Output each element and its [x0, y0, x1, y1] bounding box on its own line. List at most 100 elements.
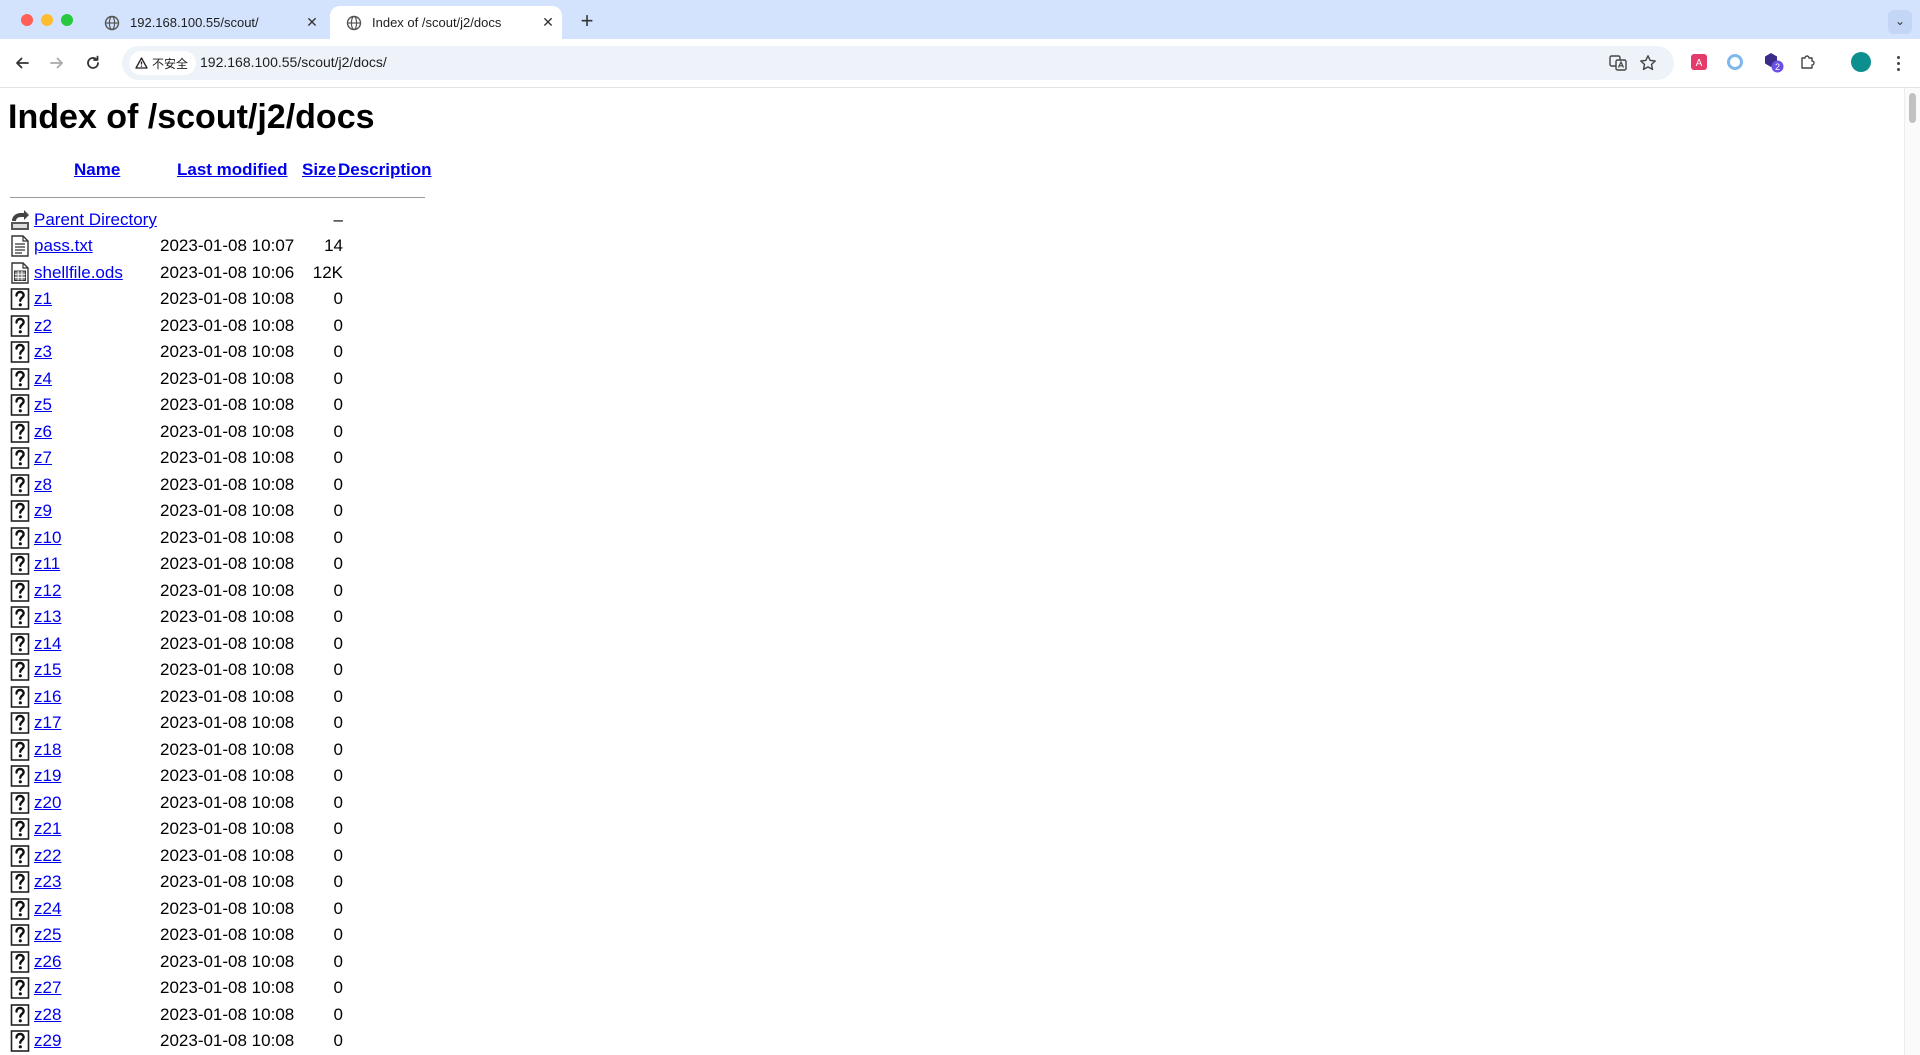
file-link[interactable]: z2 [34, 316, 52, 336]
file-last-modified: 2023-01-08 10:08 [160, 448, 295, 467]
file-link[interactable]: z10 [34, 528, 61, 548]
file-last-modified: 2023-01-08 10:08 [160, 1031, 295, 1050]
tab-docs-index[interactable]: Index of /scout/j2/docs ✕ [330, 6, 562, 39]
file-link[interactable]: z28 [34, 1005, 61, 1025]
file-row: z28 2023-01-08 10:08 0 [10, 1003, 430, 1029]
file-size: 0 [333, 951, 343, 971]
file-row: z1 2023-01-08 10:08 0 [10, 287, 430, 313]
zoom-window-button[interactable] [61, 14, 73, 26]
file-last-modified: 2023-01-08 10:08 [160, 395, 295, 414]
file-last-modified: 2023-01-08 10:08 [160, 792, 295, 812]
file-link[interactable]: z5 [34, 395, 52, 415]
file-link[interactable]: z4 [34, 369, 52, 389]
file-link[interactable]: pass.txt [34, 236, 93, 256]
file-row: z13 2023-01-08 10:08 0 [10, 605, 430, 631]
file-size: 0 [333, 1004, 343, 1024]
file-link[interactable]: z25 [34, 925, 61, 945]
file-link[interactable]: z20 [34, 793, 61, 813]
security-indicator[interactable]: 不安全 [129, 51, 197, 75]
file-link[interactable]: z8 [34, 475, 52, 495]
extension-circle-button[interactable] [1724, 51, 1746, 73]
dot-icon [1896, 61, 1900, 65]
extensions-menu-button[interactable] [1797, 51, 1819, 73]
browser-menu-button[interactable] [1890, 51, 1906, 75]
file-size: 0 [333, 739, 343, 759]
column-header-size[interactable]: Size [302, 160, 336, 180]
back-button[interactable] [10, 51, 34, 75]
file-link[interactable]: z18 [34, 740, 61, 760]
file-link[interactable]: z24 [34, 899, 61, 919]
tab-search-button[interactable]: ⌄ [1888, 10, 1912, 34]
svg-text:A: A [1696, 58, 1703, 69]
bookmark-button[interactable] [1638, 53, 1658, 73]
url-text[interactable]: 192.168.100.55/scout/j2/docs/ [200, 54, 387, 70]
back-icon [11, 210, 29, 230]
unknown-file-icon [10, 791, 30, 814]
file-size: 0 [333, 766, 343, 785]
scrollbar-thumb[interactable] [1909, 93, 1916, 123]
file-last-modified: 2023-01-08 10:08 [160, 580, 295, 600]
file-size: 0 [333, 819, 343, 838]
forward-button[interactable] [45, 51, 69, 75]
file-row: z16 2023-01-08 10:08 0 [10, 685, 430, 711]
page-content: Index of /scout/j2/docs Name Last modifi… [0, 88, 1905, 1055]
address-bar[interactable]: 不安全 192.168.100.55/scout/j2/docs/ [122, 46, 1674, 80]
close-tab-icon[interactable]: ✕ [298, 14, 326, 31]
close-window-button[interactable] [21, 14, 33, 26]
column-header-description[interactable]: Description [338, 160, 432, 180]
tab-scout[interactable]: 192.168.100.55/scout/ ✕ [88, 6, 326, 39]
file-link[interactable]: z6 [34, 422, 52, 442]
new-tab-button[interactable]: + [573, 8, 601, 36]
tab-title: Index of /scout/j2/docs [372, 15, 502, 30]
file-size: 14 [324, 236, 343, 255]
star-icon [1640, 55, 1656, 71]
file-size: 0 [333, 342, 343, 361]
extension-translate-button[interactable]: A [1688, 51, 1710, 73]
parent-directory-link[interactable]: Parent Directory [34, 210, 157, 230]
page-scrollbar[interactable] [1904, 88, 1920, 1055]
file-row: z6 2023-01-08 10:08 0 [10, 420, 430, 446]
file-link[interactable]: z19 [34, 766, 61, 786]
file-link[interactable]: z16 [34, 687, 61, 707]
file-row: z27 2023-01-08 10:08 0 [10, 976, 430, 1002]
file-link[interactable]: z26 [34, 952, 61, 972]
file-size: 0 [333, 925, 343, 944]
file-last-modified: 2023-01-08 10:08 [160, 872, 295, 891]
file-link[interactable]: z9 [34, 501, 52, 521]
column-header-last-modified[interactable]: Last modified [177, 160, 288, 180]
file-link[interactable]: z27 [34, 978, 61, 998]
file-link[interactable]: shellfile.ods [34, 263, 123, 283]
file-link[interactable]: z15 [34, 660, 61, 680]
extension-badge-button[interactable]: 2 [1762, 51, 1784, 73]
file-link[interactable]: z7 [34, 448, 52, 468]
file-link[interactable]: z3 [34, 342, 52, 362]
file-row: z19 2023-01-08 10:08 0 [10, 764, 430, 790]
unknown-file-icon [10, 818, 30, 840]
file-last-modified: 2023-01-08 10:08 [160, 713, 295, 732]
file-link[interactable]: z21 [34, 819, 61, 839]
file-last-modified: 2023-01-08 10:08 [160, 368, 295, 388]
file-link[interactable]: z17 [34, 713, 61, 733]
unknown-file-icon [10, 738, 30, 761]
close-tab-icon[interactable]: ✕ [534, 14, 562, 31]
browser-toolbar: 不安全 192.168.100.55/scout/j2/docs/ A 2 [0, 39, 1920, 88]
file-row: z18 2023-01-08 10:08 0 [10, 738, 430, 764]
translate-button[interactable] [1608, 53, 1628, 73]
header-divider [10, 197, 425, 198]
reload-button[interactable] [81, 51, 105, 75]
file-row: z11 2023-01-08 10:08 0 [10, 552, 430, 578]
file-link[interactable]: z12 [34, 581, 61, 601]
column-header-name[interactable]: Name [74, 160, 120, 180]
minimize-window-button[interactable] [41, 14, 53, 26]
file-link[interactable]: z29 [34, 1031, 61, 1051]
file-link[interactable]: z13 [34, 607, 61, 627]
profile-avatar[interactable] [1851, 52, 1871, 72]
file-row: z17 2023-01-08 10:08 0 [10, 711, 430, 737]
file-link[interactable]: z22 [34, 846, 61, 866]
file-link[interactable]: z1 [34, 289, 52, 309]
file-link[interactable]: z11 [34, 554, 60, 574]
extension-badge-count: 2 [1775, 62, 1780, 72]
file-link[interactable]: z23 [34, 872, 61, 892]
file-row: pass.txt 2023-01-08 10:07 14 [10, 234, 430, 260]
file-link[interactable]: z14 [34, 634, 61, 654]
